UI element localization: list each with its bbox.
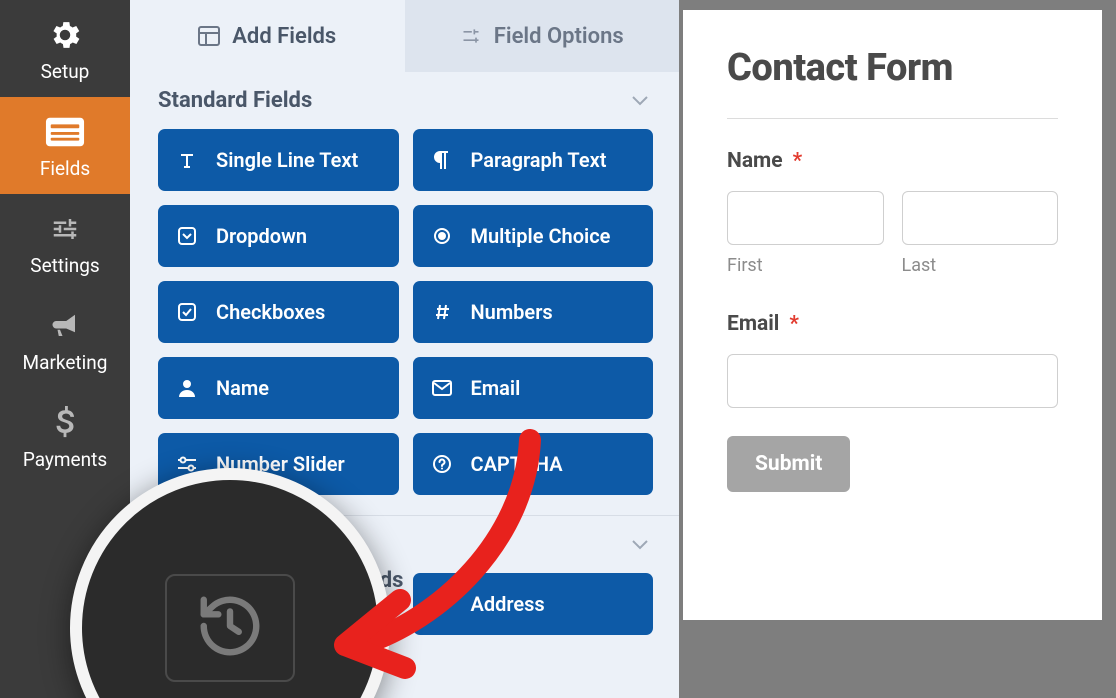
sidebar-item-label: Settings [30,254,99,277]
dropdown-icon [176,227,198,245]
field-dropdown[interactable]: Dropdown [158,205,399,267]
chevron-down-icon [631,88,649,113]
sublabel-first: First [727,255,884,276]
envelope-icon [431,380,453,396]
sidebar-item-fields[interactable]: Fields [0,97,130,194]
options-icon [460,26,482,46]
user-icon [176,379,198,397]
paragraph-icon [431,151,453,169]
field-captcha[interactable]: CAPTCHA [413,433,654,495]
field-address[interactable]: Address [413,573,654,635]
field-label-email: Email [727,312,779,336]
field-label: Paragraph Text [471,148,607,172]
field-label: Numbers [471,300,553,324]
tab-label: Add Fields [232,24,336,49]
hash-icon [431,303,453,321]
sidebar-item-label: Fields [40,157,90,180]
sidebar-item-setup[interactable]: Setup [0,0,130,97]
divider [727,118,1058,119]
field-checkboxes[interactable]: Checkboxes [158,281,399,343]
revisions-button[interactable] [165,574,295,682]
tab-label: Field Options [494,24,624,49]
sliders-icon [45,212,85,246]
section-standard-fields[interactable]: Standard Fields [130,72,679,129]
sidebar-item-payments[interactable]: Payments [0,388,130,485]
field-label: Single Line Text [216,148,358,172]
email-field-group: Email * [727,312,1058,408]
field-label: Address [471,592,545,616]
field-label: Email [471,376,521,400]
bullhorn-icon [45,309,85,343]
slider-icon [176,456,198,472]
field-paragraph-text[interactable]: Paragraph Text [413,129,654,191]
map-pin-icon [431,594,453,614]
question-icon [431,455,453,473]
tab-add-fields[interactable]: Add Fields [130,0,405,72]
chevron-down-icon [631,532,649,557]
gear-icon [45,18,85,52]
field-label-name: Name [727,149,783,173]
panel-tabs: Add Fields Field Options [130,0,679,72]
form-preview-pane: Contact Form Name * First Last [683,0,1116,698]
text-icon [176,151,198,169]
field-label: CAPTCHA [471,452,563,476]
tab-field-options[interactable]: Field Options [405,0,680,72]
field-label: Dropdown [216,224,307,248]
required-indicator: * [793,149,803,173]
form-title: Contact Form [727,46,1058,90]
radio-icon [431,227,453,245]
section-title: Standard Fields [158,88,312,113]
field-label: Name [216,376,269,400]
field-label: Checkboxes [216,300,325,324]
standard-fields-grid: Single Line Text Paragraph Text Dropdown… [130,129,679,509]
field-multiple-choice[interactable]: Multiple Choice [413,205,654,267]
submit-button[interactable]: Submit [727,436,850,492]
sublabel-last: Last [902,255,1059,276]
form-icon [45,115,85,149]
sidebar-item-marketing[interactable]: Marketing [0,291,130,388]
first-name-input[interactable] [727,191,884,245]
name-field-group: Name * First Last [727,149,1058,276]
required-indicator: * [789,312,799,336]
checkbox-icon [176,303,198,321]
field-numbers[interactable]: Numbers [413,281,654,343]
field-label: Multiple Choice [471,224,611,248]
sidebar-item-label: Setup [41,60,90,83]
fields-panel: Add Fields Field Options Standard Fields… [130,0,683,698]
field-single-line-text[interactable]: Single Line Text [158,129,399,191]
sidebar-item-label: Payments [23,448,107,471]
sidebar-item-settings[interactable]: Settings [0,194,130,291]
dollar-icon [45,406,85,440]
last-name-input[interactable] [902,191,1059,245]
field-email[interactable]: Email [413,357,654,419]
history-icon [195,591,265,665]
form-preview: Contact Form Name * First Last [683,10,1102,620]
sidebar-item-label: Marketing [23,351,108,374]
field-name[interactable]: Name [158,357,399,419]
email-input[interactable] [727,354,1058,408]
layout-icon [198,26,220,46]
